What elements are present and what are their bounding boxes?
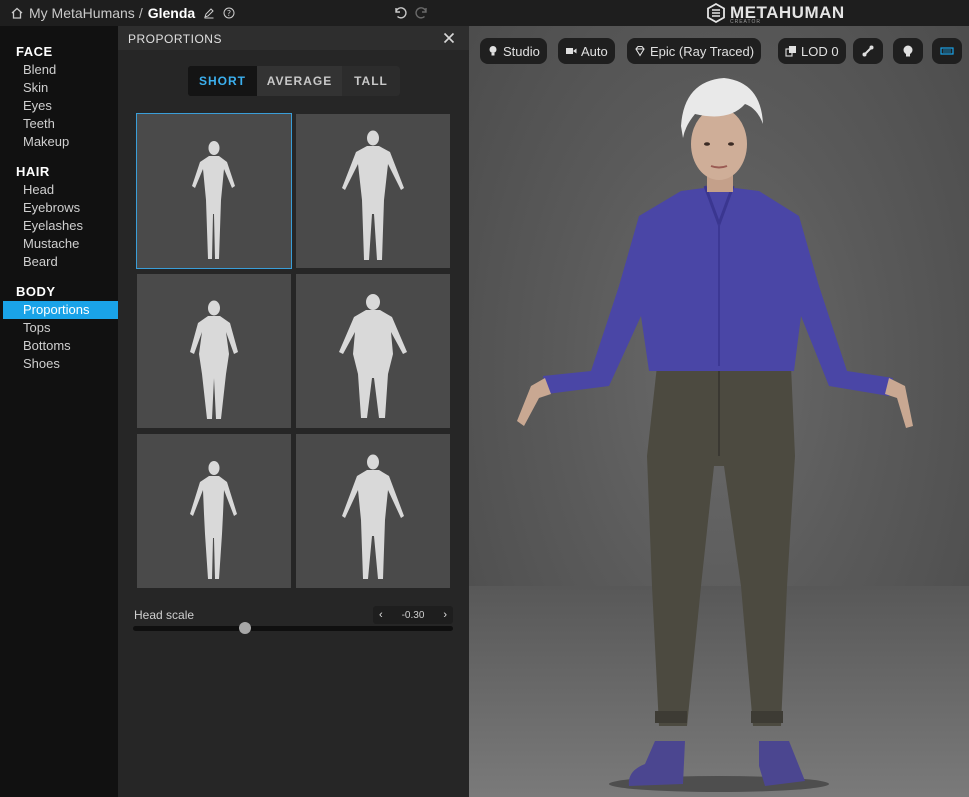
brand-logo: METAHUMAN CREATOR <box>706 3 845 25</box>
svg-text:?: ? <box>227 9 231 18</box>
female-heavy-figure <box>190 300 238 419</box>
breadcrumb: My MetaHumans / Glenda ? <box>10 4 235 22</box>
breadcrumb-separator: / <box>138 5 143 21</box>
head-scale-stepper[interactable]: ‹ -0.30 › <box>373 606 453 624</box>
sidebar-item-mustache[interactable]: Mustache <box>0 235 118 253</box>
character-render <box>517 78 913 792</box>
sidebar-item-shoes[interactable]: Shoes <box>0 355 118 373</box>
female-average-figure <box>190 461 237 579</box>
sidebar-item-tops[interactable]: Tops <box>0 319 118 337</box>
sidebar-item-blend[interactable]: Blend <box>0 61 118 79</box>
undo-icon[interactable] <box>392 5 407 20</box>
character-viewport[interactable]: Studio Auto Epic (Ray Traced) LOD 0 <box>469 26 969 797</box>
category-face: FACE <box>16 44 53 59</box>
sidebar-item-eyelashes[interactable]: Eyelashes <box>0 217 118 235</box>
male-slim-figure <box>342 130 404 260</box>
head-scale-value[interactable]: -0.30 <box>402 610 425 621</box>
breadcrumb-root[interactable]: My MetaHumans <box>29 5 135 21</box>
body-preset-6[interactable] <box>296 434 450 588</box>
male-average-figure <box>342 454 404 579</box>
jeans <box>647 366 795 726</box>
sidebar-item-makeup[interactable]: Makeup <box>0 133 118 151</box>
shirt <box>543 185 893 396</box>
body-preset-4[interactable] <box>296 274 450 428</box>
height-tabs: SHORT AVERAGE TALL <box>188 66 400 96</box>
proportions-panel: PROPORTIONS SHORT AVERAGE TALL Head scal… <box>118 26 469 797</box>
category-sidebar: FACE Blend Skin Eyes Teeth Makeup HAIR H… <box>0 26 118 797</box>
sidebar-item-teeth[interactable]: Teeth <box>0 115 118 133</box>
redo-icon[interactable] <box>415 5 430 20</box>
help-icon[interactable]: ? <box>223 7 235 19</box>
sidebar-item-beard[interactable]: Beard <box>0 253 118 271</box>
sidebar-item-bottoms[interactable]: Bottoms <box>0 337 118 355</box>
panel-title: PROPORTIONS <box>128 32 222 46</box>
body-preset-1[interactable] <box>136 113 292 269</box>
character-name: Glenda <box>147 5 196 21</box>
history-controls <box>392 5 430 20</box>
top-bar: My MetaHumans / Glenda ? METAHUMAN CREAT… <box>0 0 969 26</box>
home-icon[interactable] <box>10 6 24 20</box>
tab-average[interactable]: AVERAGE <box>257 66 342 96</box>
male-heavy-figure <box>339 294 407 418</box>
close-icon[interactable] <box>443 32 455 44</box>
female-slim-figure <box>192 141 235 259</box>
body-preset-3[interactable] <box>137 274 291 428</box>
category-body: BODY <box>16 284 56 299</box>
sidebar-item-skin[interactable]: Skin <box>0 79 118 97</box>
tab-tall[interactable]: TALL <box>342 66 400 96</box>
sidebar-item-proportions[interactable]: Proportions <box>3 301 118 319</box>
edit-icon[interactable] <box>203 7 215 19</box>
head-scale-slider-thumb[interactable] <box>239 622 251 634</box>
head-scale-slider[interactable] <box>133 622 453 634</box>
category-hair: HAIR <box>16 164 50 179</box>
body-preset-2[interactable] <box>296 114 450 268</box>
metahuman-logo-icon <box>707 3 725 23</box>
chevron-right-icon[interactable]: › <box>443 609 447 621</box>
sidebar-item-eyebrows[interactable]: Eyebrows <box>0 199 118 217</box>
head-scale-label: Head scale <box>134 608 195 622</box>
tab-short[interactable]: SHORT <box>188 66 257 96</box>
brand-subtitle: CREATOR <box>730 19 761 25</box>
body-preset-5[interactable] <box>137 434 291 588</box>
panel-header: PROPORTIONS <box>118 26 469 50</box>
sidebar-item-head[interactable]: Head <box>0 181 118 199</box>
sidebar-item-eyes[interactable]: Eyes <box>0 97 118 115</box>
chevron-left-icon[interactable]: ‹ <box>379 609 383 621</box>
head <box>681 78 763 192</box>
